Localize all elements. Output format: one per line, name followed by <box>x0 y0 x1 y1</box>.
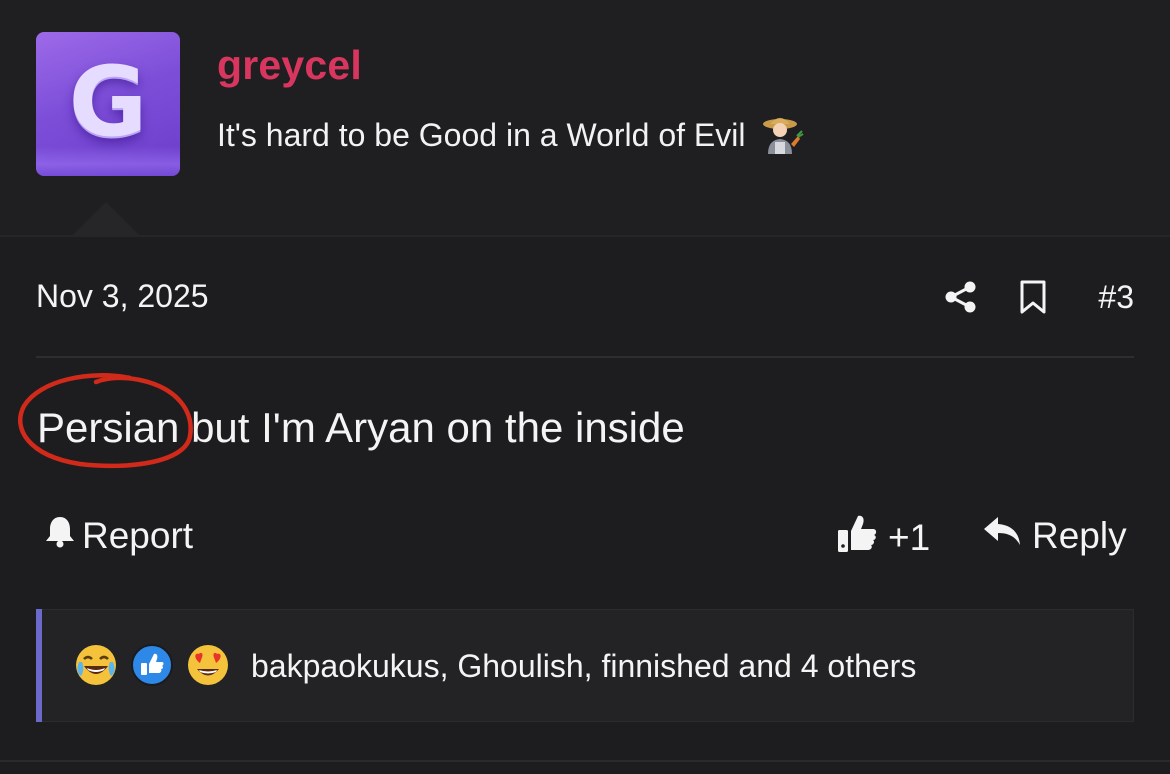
divider <box>0 760 1170 762</box>
reply-label: Reply <box>1032 514 1127 556</box>
thumbs-up-icon <box>836 512 878 563</box>
divider <box>36 356 1134 358</box>
bookmark-icon[interactable] <box>1018 279 1048 315</box>
reply-arrow-icon <box>982 514 1022 557</box>
forum-post: G greycel It's hard to be Good in a Worl… <box>0 0 1170 774</box>
post-date[interactable]: Nov 3, 2025 <box>36 278 209 315</box>
like-emoji-icon <box>129 642 175 688</box>
author-pointer <box>72 202 140 236</box>
post-message: Persian but I'm Aryan on the inside <box>37 404 685 451</box>
like-button[interactable]: +1 <box>836 512 930 563</box>
author-block: G greycel It's hard to be Good in a Worl… <box>0 0 1170 236</box>
report-link[interactable]: Report <box>44 514 193 557</box>
heart-eyes-emoji-icon <box>185 642 231 688</box>
share-icon[interactable] <box>944 280 978 314</box>
crying-laughing-emoji-icon <box>73 642 119 688</box>
user-title-text: It's hard to be Good in a World of Evil <box>217 117 746 153</box>
avatar[interactable]: G <box>36 32 180 176</box>
post-tools: #3 <box>904 274 1134 320</box>
user-title: It's hard to be Good in a World of Evil <box>217 112 804 156</box>
reply-button[interactable]: Reply <box>982 514 1127 557</box>
like-count: +1 <box>888 516 931 558</box>
avatar-letter: G <box>68 46 148 158</box>
reactions-bar[interactable]: bakpaokukus, Ghoulish, finnished and 4 o… <box>36 609 1134 722</box>
report-label: Report <box>82 514 194 556</box>
farmer-emoji-icon <box>760 112 804 156</box>
post-number-link[interactable]: #3 <box>1098 279 1134 316</box>
divider <box>0 235 1170 237</box>
bell-icon <box>44 514 76 557</box>
reaction-icons <box>73 642 241 688</box>
username-link[interactable]: greycel <box>217 42 362 89</box>
reaction-summary[interactable]: bakpaokukus, Ghoulish, finnished and 4 o… <box>251 648 916 685</box>
